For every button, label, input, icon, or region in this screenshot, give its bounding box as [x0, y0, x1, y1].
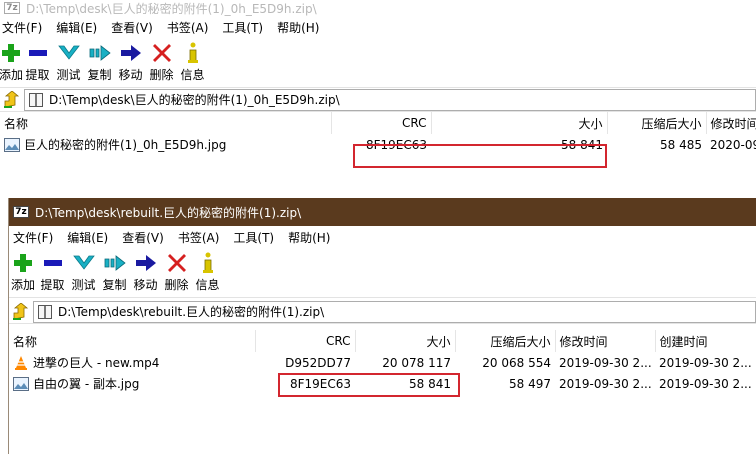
address-input[interactable]: D:\Temp\desk\巨人的秘密的附件(1)_0h_E5D9h.zip\ [24, 88, 756, 111]
up-folder-icon[interactable] [9, 303, 31, 321]
info-icon [186, 42, 200, 64]
extract-button[interactable]: 提取 [37, 252, 68, 293]
file-packed-size: 58 485 [660, 137, 702, 152]
info-icon [201, 252, 215, 274]
title-bar: 7z D:\Temp\desk\rebuilt.巨人的秘密的附件(1).zip\ [9, 198, 756, 226]
column-crc[interactable]: CRC [331, 112, 432, 134]
zip-file-icon [29, 92, 43, 107]
info-button[interactable]: 信息 [192, 252, 223, 293]
delete-x-icon [152, 42, 172, 64]
add-button[interactable]: 添加 [9, 252, 37, 293]
copy-button[interactable]: 复制 [84, 42, 115, 83]
file-created: 2019-09-30 2... [659, 355, 752, 370]
delete-button[interactable]: 删除 [161, 252, 192, 293]
column-modified[interactable]: 修改时间 [555, 330, 656, 352]
title-bar: 7z D:\Temp\desk\巨人的秘密的附件(1)_0h_E5D9h.zip… [0, 0, 756, 16]
column-size[interactable]: 大小 [355, 330, 456, 352]
menu-file[interactable]: 文件(F) [2, 19, 42, 36]
move-button[interactable]: 移动 [130, 252, 161, 293]
move-arrow-icon [135, 252, 157, 274]
add-button[interactable]: 添加 [0, 42, 23, 83]
delete-button[interactable]: 删除 [146, 42, 177, 83]
menu-edit[interactable]: 编辑(E) [56, 19, 97, 36]
toolbar: 添加 提取 测试 复制 移动 删除 信息 [0, 38, 756, 88]
zip-file-icon [38, 304, 52, 319]
copy-button[interactable]: 复制 [99, 252, 130, 293]
info-button[interactable]: 信息 [177, 42, 208, 83]
menu-bookmarks[interactable]: 书签(A) [167, 19, 209, 36]
column-crc[interactable]: CRC [255, 330, 356, 352]
menu-view[interactable]: 查看(V) [122, 229, 164, 246]
menu-tools[interactable]: 工具(T) [233, 229, 274, 246]
highlight-box [353, 144, 607, 168]
file-created: 2019-09-30 2... [659, 376, 752, 391]
file-name: 巨人的秘密的附件(1)_0h_E5D9h.jpg [24, 138, 227, 152]
minus-icon [43, 252, 63, 274]
address-bar: D:\Temp\desk\巨人的秘密的附件(1)_0h_E5D9h.zip\ [0, 88, 756, 112]
7zip-logo-icon: 7z [4, 2, 20, 14]
menu-view[interactable]: 查看(V) [111, 19, 153, 36]
image-file-icon [13, 377, 29, 391]
move-arrow-icon [120, 42, 142, 64]
file-modified: 2019-09-30 2... [559, 355, 652, 370]
check-arrow-icon [73, 252, 95, 274]
column-size[interactable]: 大小 [431, 112, 608, 134]
column-packed-size[interactable]: 压缩后大小 [455, 330, 556, 352]
window-title: D:\Temp\desk\巨人的秘密的附件(1)_0h_E5D9h.zip\ [26, 1, 317, 16]
file-name: 自由の翼 - 副本.jpg [33, 377, 140, 391]
file-packed-size: 20 068 554 [482, 355, 551, 370]
plus-icon [1, 42, 21, 64]
address-path: D:\Temp\desk\rebuilt.巨人的秘密的附件(1).zip\ [58, 305, 325, 319]
plus-icon [13, 252, 33, 274]
menu-bar: 文件(F) 编辑(E) 查看(V) 书签(A) 工具(T) 帮助(H) [0, 16, 756, 38]
column-packed-size[interactable]: 压缩后大小 [607, 112, 707, 134]
copy-arrow-icon [104, 252, 126, 274]
file-crc: D952DD77 [285, 355, 351, 370]
column-name[interactable]: 名称 [0, 112, 332, 134]
minus-icon [28, 42, 48, 64]
copy-arrow-icon [89, 42, 111, 64]
menu-bookmarks[interactable]: 书签(A) [178, 229, 220, 246]
extract-button[interactable]: 提取 [22, 42, 53, 83]
file-packed-size: 58 497 [509, 376, 551, 391]
file-modified: 2019-09-30 2... [559, 376, 652, 391]
test-button[interactable]: 测试 [68, 252, 99, 293]
column-name[interactable]: 名称 [9, 330, 256, 352]
move-button[interactable]: 移动 [115, 42, 146, 83]
test-button[interactable]: 测试 [53, 42, 84, 83]
menu-edit[interactable]: 编辑(E) [67, 229, 108, 246]
archive-window-background: 7z D:\Temp\desk\巨人的秘密的附件(1)_0h_E5D9h.zip… [0, 0, 756, 190]
file-name: 进撃の巨人 - new.mp4 [33, 356, 160, 370]
toolbar: 添加 提取 测试 复制 移动 删除 信息 [9, 248, 756, 298]
table-row[interactable]: 进撃の巨人 - new.mp4 D952DD77 20 078 117 20 0… [9, 352, 756, 373]
address-input[interactable]: D:\Temp\desk\rebuilt.巨人的秘密的附件(1).zip\ [33, 300, 756, 323]
menu-tools[interactable]: 工具(T) [222, 19, 263, 36]
menu-bar: 文件(F) 编辑(E) 查看(V) 书签(A) 工具(T) 帮助(H) [9, 226, 756, 248]
column-header-row: 名称 CRC 大小 压缩后大小 修改时间 创建时间 [9, 330, 756, 352]
archive-window-rebuilt: 7z D:\Temp\desk\rebuilt.巨人的秘密的附件(1).zip\… [8, 198, 756, 454]
address-bar: D:\Temp\desk\rebuilt.巨人的秘密的附件(1).zip\ [9, 300, 756, 324]
window-title: D:\Temp\desk\rebuilt.巨人的秘密的附件(1).zip\ [35, 205, 302, 220]
menu-help[interactable]: 帮助(H) [277, 19, 319, 36]
video-file-icon [13, 355, 29, 371]
column-header-row: 名称 CRC 大小 压缩后大小 修改时间 [0, 112, 756, 134]
column-created[interactable]: 创建时间 [655, 330, 756, 352]
7zip-logo-icon: 7z [13, 206, 29, 218]
image-file-icon [4, 138, 20, 152]
delete-x-icon [167, 252, 187, 274]
check-arrow-icon [58, 42, 80, 64]
menu-file[interactable]: 文件(F) [13, 229, 53, 246]
file-size: 20 078 117 [382, 355, 451, 370]
highlight-box [278, 373, 460, 397]
up-folder-icon[interactable] [0, 91, 22, 109]
address-path: D:\Temp\desk\巨人的秘密的附件(1)_0h_E5D9h.zip\ [49, 93, 340, 107]
column-modified[interactable]: 修改时间 [706, 112, 756, 134]
menu-help[interactable]: 帮助(H) [288, 229, 330, 246]
file-modified: 2020-09 [710, 137, 756, 152]
